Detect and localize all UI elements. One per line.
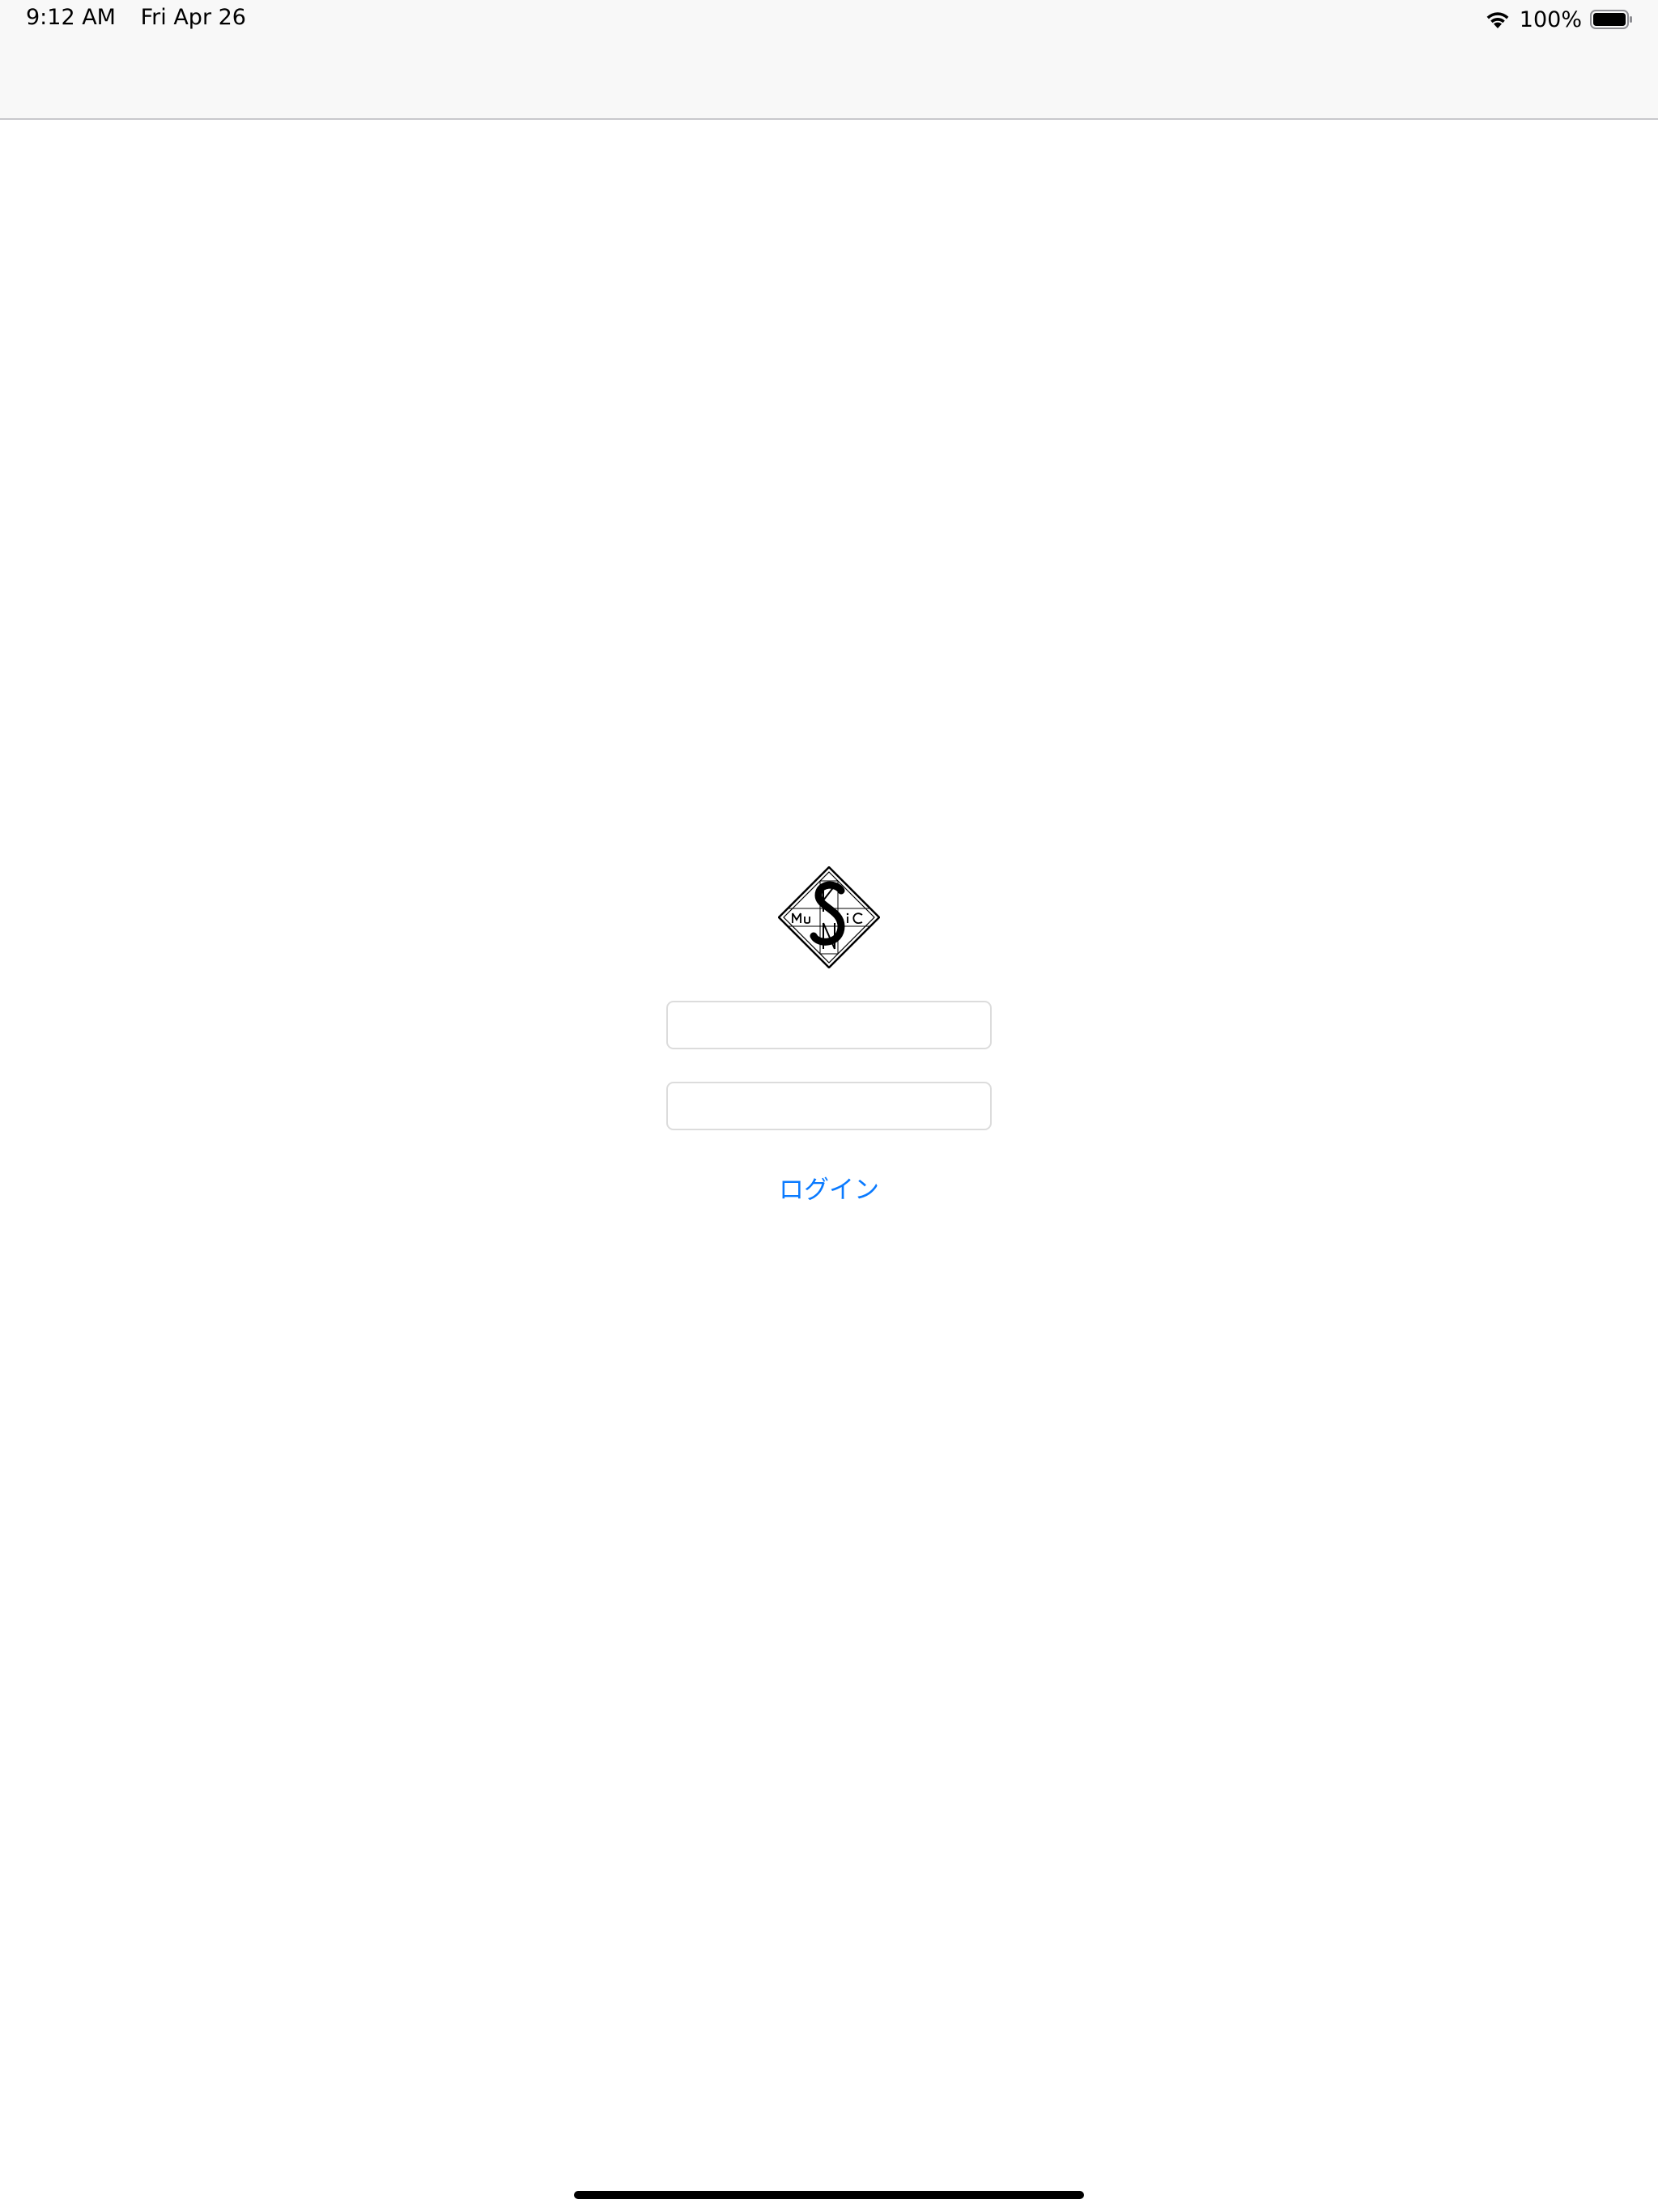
status-bar-right: 100% (1484, 5, 1634, 34)
login-button[interactable]: ログイン (708, 1166, 950, 1208)
wifi-icon (1486, 12, 1509, 28)
app-logo (778, 866, 880, 968)
username-field[interactable] (666, 1001, 992, 1049)
password-field[interactable] (666, 1082, 992, 1130)
status-date: Fri Apr 26 (140, 5, 246, 30)
top-bar: 9:12 AM Fri Apr 26 100% (0, 0, 1658, 120)
home-indicator[interactable] (574, 2191, 1084, 2199)
status-time: 9:12 AM (26, 5, 116, 30)
login-screen: 9:12 AM Fri Apr 26 100% ログイン (0, 0, 1658, 2212)
status-bar-left: 9:12 AM Fri Apr 26 (26, 5, 264, 30)
battery-icon (1590, 10, 1632, 29)
battery-percent: 100% (1519, 6, 1582, 32)
